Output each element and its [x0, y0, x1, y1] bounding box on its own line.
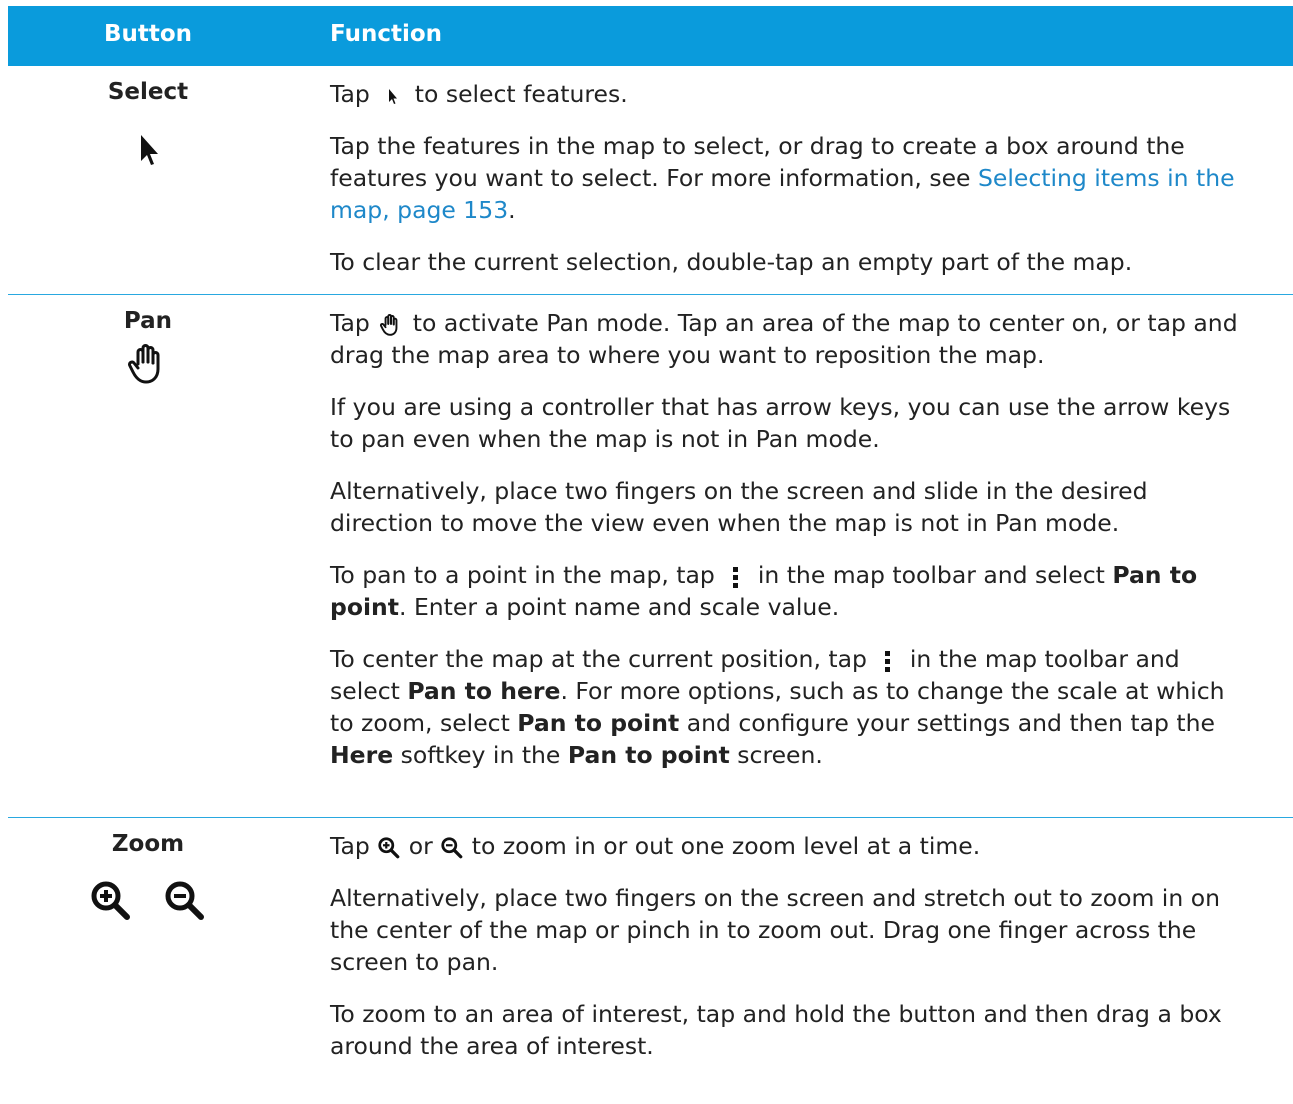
select-arrow-icon[interactable]	[133, 131, 163, 171]
zoom-out-icon-inline	[441, 836, 463, 858]
pan-text: to activate Pan mode. Tap an area of the…	[330, 309, 1238, 369]
more-vertical-icon	[733, 566, 739, 588]
pan-bold: Pan to point	[517, 709, 680, 737]
zoom-function-cell: Tap or to zoom in or out one zoom level …	[330, 818, 1293, 1070]
pan-text: To pan to a point in the map, tap	[330, 561, 715, 589]
pan-function-cell: Tap to activate Pan mode. Tap an area of…	[330, 295, 1293, 779]
zoom-in-icon[interactable]	[89, 879, 133, 923]
select-para-1: Tap to select features.	[330, 66, 1253, 118]
select-para-2: Tap the features in the map to select, o…	[330, 118, 1253, 234]
pan-para-3: Alternatively, place two fingers on the …	[330, 477, 1148, 537]
zoom-para-3: To zoom to an area of interest, tap and …	[330, 1000, 1222, 1060]
more-vertical-icon	[885, 650, 891, 672]
header-function: Function	[330, 21, 443, 47]
header-button: Button	[103, 21, 193, 47]
pan-bold: Pan to point	[567, 741, 730, 769]
select-para-3: To clear the current selection, double-t…	[330, 248, 1133, 276]
pan-text: in the map toolbar and select	[757, 561, 1105, 589]
select-button-cell: Select	[8, 66, 288, 171]
select-text: .	[508, 196, 516, 224]
pan-text: To center the map at the current positio…	[330, 645, 867, 673]
zoom-text: to zoom in or out one zoom level at a ti…	[471, 832, 981, 860]
zoom-button-name: Zoom	[111, 831, 185, 857]
table-row-zoom: Zoom Tap or to zoom in or out one zoom l…	[8, 818, 1293, 1098]
pan-para-1: Tap to activate Pan mode. Tap an area of…	[330, 295, 1253, 379]
pan-bold: Here	[330, 741, 394, 769]
zoom-para-1: Tap or to zoom in or out one zoom level …	[330, 818, 1253, 870]
select-text: Tap	[330, 80, 370, 108]
zoom-para-2: Alternatively, place two fingers on the …	[330, 884, 1220, 976]
zoom-out-icon[interactable]	[163, 879, 207, 923]
pan-hand-icon[interactable]	[126, 342, 170, 386]
zoom-button-cell: Zoom	[8, 818, 288, 923]
table-header: Button Function	[8, 6, 1293, 66]
pan-hand-icon-inline	[380, 313, 398, 336]
zoom-text: Tap	[330, 832, 370, 860]
select-text: to select features.	[414, 80, 628, 108]
pan-text: Tap	[330, 309, 370, 337]
zoom-text: or	[408, 832, 433, 860]
table-row-select: Select Tap to select features. Tap the f…	[8, 66, 1293, 295]
zoom-in-icon-inline	[378, 836, 400, 858]
pan-text: softkey in the	[400, 741, 561, 769]
select-arrow-icon-inline	[389, 88, 398, 104]
pan-para-4: To pan to a point in the map, tap in the…	[330, 547, 1253, 631]
table-row-pan: Pan Tap to activate Pan mode. Tap an are…	[8, 295, 1293, 818]
pan-para-5: To center the map at the current positio…	[330, 631, 1253, 779]
select-function-cell: Tap to select features. Tap the features…	[330, 66, 1293, 286]
pan-para-2: If you are using a controller that has a…	[330, 393, 1231, 453]
pan-text: and configure your settings and then tap…	[686, 709, 1215, 737]
pan-text: screen.	[737, 741, 823, 769]
pan-button-name: Pan	[123, 308, 173, 334]
pan-bold: Pan to here	[407, 677, 561, 705]
zoom-icons	[8, 879, 288, 923]
button-function-table: Button Function Select Tap to select fea…	[8, 6, 1293, 1098]
select-button-name: Select	[107, 79, 189, 105]
pan-text: . Enter a point name and scale value.	[399, 593, 840, 621]
pan-button-cell: Pan	[8, 295, 288, 386]
